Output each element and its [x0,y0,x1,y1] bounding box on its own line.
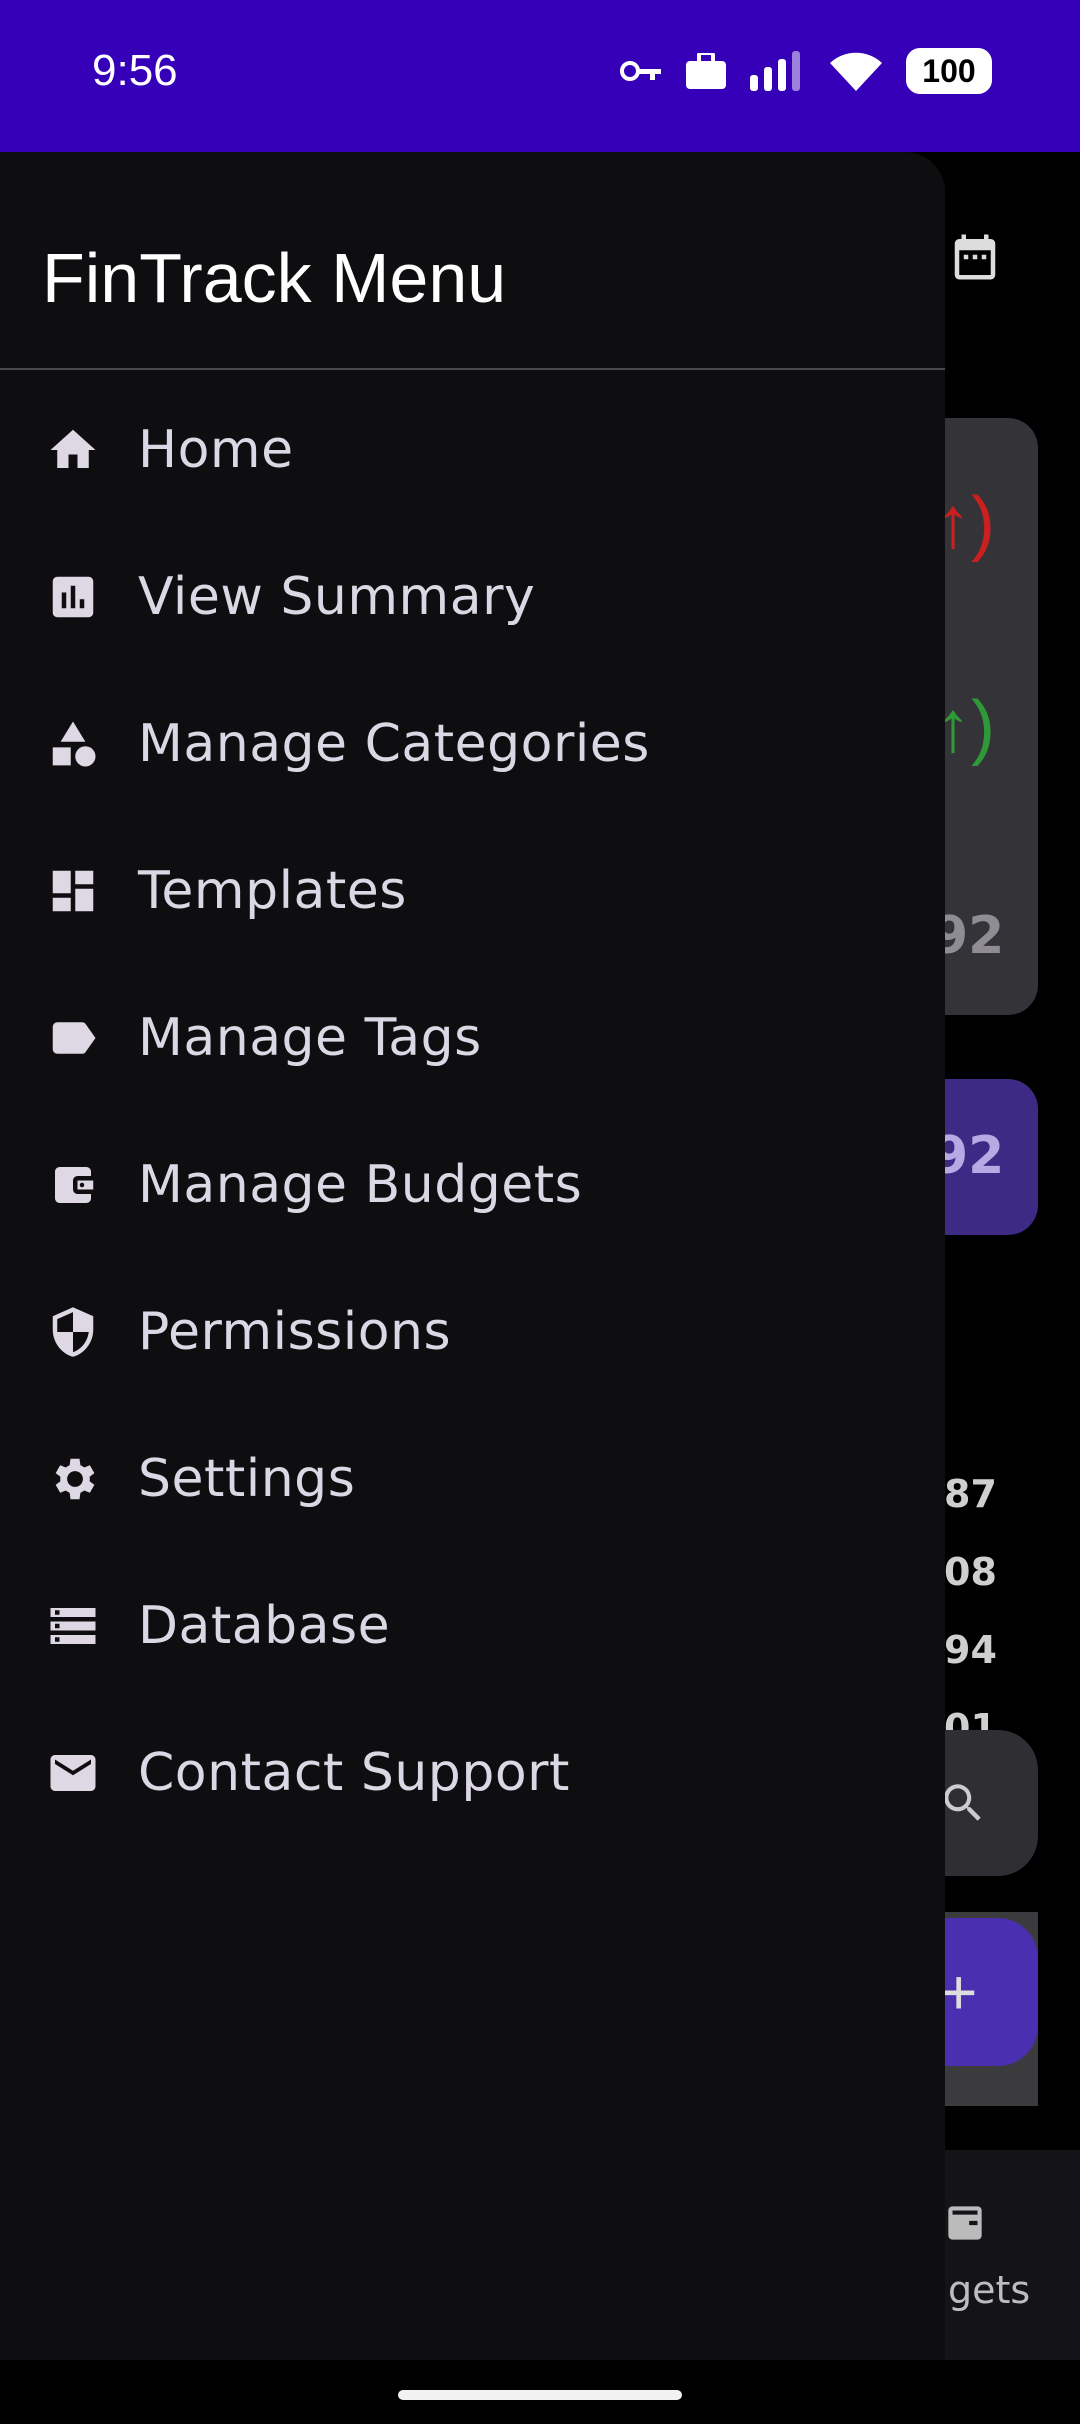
dashboard-icon [46,864,100,918]
menu-item-home[interactable]: Home [0,376,945,523]
drawer-menu: Home View Summary Manage Categories Temp… [0,376,945,1846]
category-icon [46,717,100,771]
drawer-title: FinTrack Menu [42,239,507,317]
label-icon [46,1011,100,1065]
status-bar: 9:56 100 [0,0,1080,152]
wallet-icon [46,1158,100,1212]
navigation-drawer: FinTrack Menu Home View Summary Manage C… [0,152,945,2360]
shield-icon [46,1305,100,1359]
status-icons: 100 [620,48,992,94]
list-value: 94 [944,1628,997,1672]
home-icon [46,423,100,477]
search-icon [938,1778,988,1832]
bar-chart-icon [46,570,100,624]
gear-icon [46,1452,100,1506]
nav-label-budgets[interactable]: gets [948,2268,1030,2312]
menu-item-permissions[interactable]: Permissions [0,1258,945,1405]
menu-item-manage-categories[interactable]: Manage Categories [0,670,945,817]
home-indicator[interactable] [398,2390,682,2400]
menu-item-label: Manage Tags [138,1007,482,1068]
status-time: 9:56 [92,46,178,95]
menu-item-view-summary[interactable]: View Summary [0,523,945,670]
wifi-icon [830,51,882,91]
menu-item-templates[interactable]: Templates [0,817,945,964]
plus-icon: + [940,1956,978,2028]
menu-item-label: Database [138,1595,391,1656]
menu-item-settings[interactable]: Settings [0,1405,945,1552]
key-icon [620,59,662,83]
battery-icon: 100 [906,48,992,94]
menu-item-label: Home [138,419,294,480]
signal-icon [750,51,806,91]
calendar-icon[interactable] [948,230,1002,284]
list-value: 87 [944,1472,997,1516]
menu-item-manage-tags[interactable]: Manage Tags [0,964,945,1111]
menu-item-label: Settings [138,1448,356,1509]
menu-item-label: Contact Support [138,1742,570,1803]
menu-item-label: Permissions [138,1301,452,1362]
menu-item-database[interactable]: Database [0,1552,945,1699]
drawer-divider [0,368,945,370]
mail-icon [46,1746,100,1800]
list-value: 08 [944,1550,997,1594]
wallet-nav-icon[interactable] [940,2198,990,2252]
menu-item-label: View Summary [138,566,536,627]
menu-item-contact-support[interactable]: Contact Support [0,1699,945,1846]
menu-item-label: Templates [138,860,407,921]
storage-icon [46,1599,100,1653]
menu-item-manage-budgets[interactable]: Manage Budgets [0,1111,945,1258]
menu-item-label: Manage Categories [138,713,650,774]
briefcase-icon [686,53,726,89]
menu-item-label: Manage Budgets [138,1154,583,1215]
